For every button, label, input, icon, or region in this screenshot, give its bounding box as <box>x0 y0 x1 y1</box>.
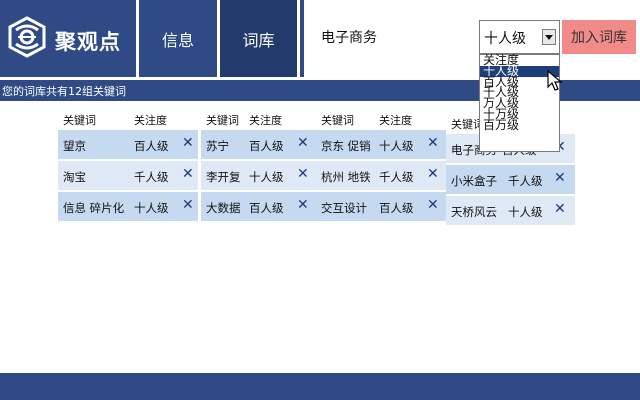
table-row: 杭州 地铁 千人级 ✕ <box>316 161 446 190</box>
column-header: 关键词 关注度 <box>58 112 198 128</box>
header-keyword: 关键词 <box>321 114 354 127</box>
table-row: 京东 促销 十人级 ✕ <box>316 130 446 159</box>
column-header: 关键词 关注度 <box>316 112 456 128</box>
keyword-input[interactable] <box>315 20 478 54</box>
table-row: 交互设计 百人级 ✕ <box>316 192 446 221</box>
level-select[interactable]: 十人级 <box>479 20 560 54</box>
row-level: 十人级 <box>379 139 414 153</box>
row-level: 千人级 <box>379 170 414 184</box>
row-keyword: 京东 促销 <box>321 139 371 153</box>
row-level: 百人级 <box>134 139 169 153</box>
logo-text: 聚观点 <box>55 30 121 54</box>
row-keyword: 信息 碎片化 <box>63 201 125 215</box>
keyword-column: 关键词 关注度 京东 促销 十人级 ✕ 杭州 地铁 千人级 ✕ 交互设计 百人级… <box>316 112 456 221</box>
level-select-value: 十人级 <box>484 31 526 47</box>
row-keyword: 大数据 <box>206 201 241 215</box>
dropdown-option[interactable]: 百万级 <box>480 119 559 131</box>
delete-icon[interactable]: ✕ <box>182 197 194 213</box>
delete-icon[interactable]: ✕ <box>297 197 309 213</box>
logo-icon <box>8 16 46 58</box>
header-level: 关注度 <box>249 114 282 127</box>
delete-icon[interactable]: ✕ <box>297 135 309 151</box>
summary-text: 您的词库共有12组关键词 <box>2 85 126 98</box>
add-to-lexicon-button[interactable]: 加入词库 <box>562 20 636 54</box>
delete-icon[interactable]: ✕ <box>554 170 566 186</box>
row-level: 千人级 <box>134 170 169 184</box>
header-level: 关注度 <box>379 114 412 127</box>
delete-icon[interactable]: ✕ <box>427 135 439 151</box>
delete-icon[interactable]: ✕ <box>427 166 439 182</box>
table-row: 大数据 百人级 ✕ <box>201 192 316 221</box>
table-row: 天桥风云 十人级 ✕ <box>446 196 575 225</box>
level-dropdown[interactable]: 关注度 十人级 百人级 千人级 万人级 十万级 百万级 <box>479 54 560 152</box>
nav-divider <box>297 0 300 77</box>
row-keyword: 李开复 <box>206 170 241 184</box>
table-row: 淘宝 千人级 ✕ <box>58 161 198 190</box>
row-keyword: 杭州 地铁 <box>321 170 371 184</box>
tab-info[interactable]: 信息 <box>139 0 217 77</box>
row-level: 百人级 <box>379 201 414 215</box>
table-row: 李开复 十人级 ✕ <box>201 161 316 190</box>
footer-bar <box>0 373 640 400</box>
table-row: 苏宁 百人级 ✕ <box>201 130 316 159</box>
row-keyword: 淘宝 <box>63 170 86 184</box>
row-level: 百人级 <box>249 139 284 153</box>
delete-icon[interactable]: ✕ <box>182 166 194 182</box>
row-keyword: 天桥风云 <box>451 205 497 219</box>
mouse-cursor-icon <box>547 70 563 91</box>
table-row: 信息 碎片化 十人级 ✕ <box>58 192 198 221</box>
delete-icon[interactable]: ✕ <box>297 166 309 182</box>
chevron-down-icon[interactable] <box>542 29 556 45</box>
table-row: 小米盒子 千人级 ✕ <box>446 165 575 194</box>
row-keyword: 小米盒子 <box>451 174 497 188</box>
row-level: 十人级 <box>508 205 543 219</box>
keyword-column: 关键词 关注度 望京 百人级 ✕ 淘宝 千人级 ✕ 信息 碎片化 十人级 ✕ <box>58 112 198 221</box>
header-level: 关注度 <box>134 114 167 127</box>
tab-lexicon[interactable]: 词库 <box>220 0 297 77</box>
row-keyword: 苏宁 <box>206 139 229 153</box>
row-level: 十人级 <box>134 201 169 215</box>
header-keyword: 关键词 <box>63 114 96 127</box>
delete-icon[interactable]: ✕ <box>427 197 439 213</box>
header-keyword: 关键词 <box>206 114 239 127</box>
delete-icon[interactable]: ✕ <box>554 201 566 217</box>
delete-icon[interactable]: ✕ <box>182 135 194 151</box>
row-level: 百人级 <box>249 201 284 215</box>
logo[interactable]: 聚观点 <box>0 0 136 77</box>
table-row: 望京 百人级 ✕ <box>58 130 198 159</box>
row-level: 十人级 <box>249 170 284 184</box>
row-level: 千人级 <box>508 174 543 188</box>
row-keyword: 望京 <box>63 139 86 153</box>
row-keyword: 交互设计 <box>321 201 367 215</box>
